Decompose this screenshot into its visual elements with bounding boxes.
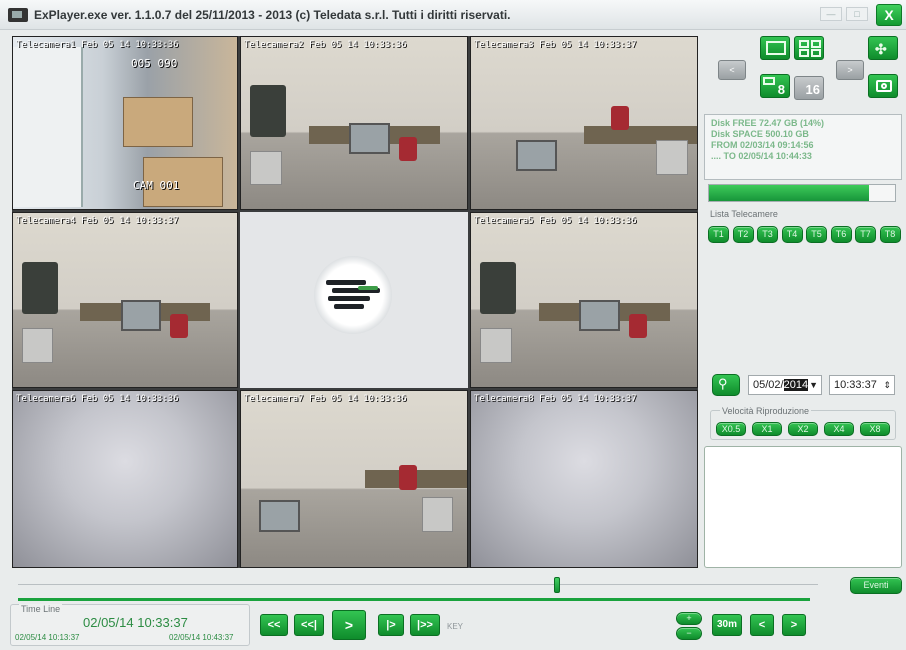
camera-grid: Telecamera1 Feb 05 14 10:33:36 005 090 C… — [12, 36, 698, 568]
camera-button-5[interactable]: T5 — [806, 226, 827, 243]
disk-free: Disk FREE 72.47 GB (14%) — [711, 118, 825, 128]
velocita-label: Velocità Riproduzione — [720, 406, 812, 416]
camera-1-image — [13, 37, 237, 209]
timeline-track[interactable] — [18, 584, 818, 585]
binoculars-icon: ⚲ — [718, 376, 728, 391]
camera-1-overlay-top: 005 090 — [131, 57, 178, 70]
camera-button-2[interactable]: T2 — [732, 226, 754, 243]
fullscreen-icon: ✣ — [875, 41, 887, 57]
speed-button-1[interactable]: X0.5 — [716, 422, 746, 436]
camera-view-8[interactable]: Telecamera8 Feb 05 14 10:33:37 — [470, 390, 698, 568]
view-8-button[interactable]: 8 — [760, 74, 790, 98]
rewind-button[interactable]: << — [260, 614, 288, 636]
play-button[interactable]: > — [332, 610, 366, 640]
timeline-end: 02/05/14 10:43:37 — [169, 633, 234, 642]
speed-button-5[interactable]: X8 — [860, 422, 890, 436]
timeline-current: 02/05/14 10:33:37 — [83, 615, 188, 630]
fast-forward-button[interactable]: |>> — [410, 614, 440, 636]
camera-2-image — [241, 37, 467, 209]
window-title: ExPlayer.exe ver. 1.1.0.7 del 25/11/2013… — [34, 8, 511, 22]
spinner-arrows-icon[interactable]: ⇕ — [883, 376, 891, 394]
fullscreen-button[interactable]: ✣ — [868, 36, 898, 60]
camera-6-label: Telecamera6 Feb 05 14 10:33:36 — [16, 394, 179, 404]
camera-5-image — [471, 213, 697, 387]
lista-telecamere-label: Lista Telecamere — [710, 209, 778, 219]
disk-to: .... TO 02/05/14 10:44:33 — [711, 151, 812, 161]
camera-1-label: Telecamera1 Feb 05 14 10:33:36 — [16, 40, 179, 50]
speed-button-3[interactable]: X2 — [788, 422, 818, 436]
step-back-button[interactable]: <<| — [294, 614, 324, 636]
camera-button-7[interactable]: T7 — [855, 226, 876, 243]
view-quad-button[interactable] — [794, 36, 824, 60]
date-picker[interactable]: 05/02/2014 ▼ — [748, 375, 822, 395]
events-list[interactable] — [704, 446, 902, 568]
camera-6-image — [13, 391, 237, 567]
disk-usage-fill — [709, 185, 869, 201]
disk-from: FROM 02/03/14 09:14:56 — [711, 140, 814, 150]
camera-button-4[interactable]: T4 — [781, 226, 803, 243]
camera-button-1[interactable]: T1 — [708, 226, 729, 243]
step-forward-button[interactable]: |> — [378, 614, 404, 636]
camera-view-1[interactable]: Telecamera1 Feb 05 14 10:33:36 005 090 C… — [12, 36, 238, 210]
camera-view-6[interactable]: Telecamera6 Feb 05 14 10:33:36 — [12, 390, 238, 568]
timeline-progress-line — [18, 598, 810, 601]
brand-logo-cell — [240, 212, 468, 388]
camera-view-7[interactable]: Telecamera7 Feb 05 14 10:33:36 — [240, 390, 468, 568]
camera-7-image — [241, 391, 467, 567]
teledata-logo-icon — [314, 256, 392, 334]
time-spinner[interactable]: 10:33:37 ⇕ — [829, 375, 895, 395]
camera-3-label: Telecamera3 Feb 05 14 10:33:37 — [474, 40, 637, 50]
camera-view-2[interactable]: Telecamera2 Feb 05 14 10:33:36 — [240, 36, 468, 210]
playback-controls: Eventi Time Line 02/05/14 10:33:37 02/05… — [0, 572, 906, 650]
camera-button-6[interactable]: T6 — [830, 226, 852, 243]
snapshot-button[interactable] — [868, 74, 898, 98]
camera-3-image — [471, 37, 697, 209]
disk-usage-bar — [708, 184, 896, 202]
disk-info-panel: Disk FREE 72.47 GB (14%) Disk SPACE 500.… — [704, 114, 902, 180]
camera-5-label: Telecamera5 Feb 05 14 10:33:36 — [474, 216, 637, 226]
speed-button-4[interactable]: X4 — [824, 422, 854, 436]
zoom-out-button[interactable]: − — [676, 627, 702, 640]
camera-view-4[interactable]: Telecamera4 Feb 05 14 10:33:37 — [12, 212, 238, 388]
view-single-button[interactable] — [760, 36, 790, 60]
camera-4-label: Telecamera4 Feb 05 14 10:33:37 — [16, 216, 179, 226]
maximize-button[interactable]: □ — [846, 7, 868, 21]
camera-8-image — [471, 391, 697, 567]
camera-4-image — [13, 213, 237, 387]
camera-7-label: Telecamera7 Feb 05 14 10:33:36 — [244, 394, 407, 404]
camera-button-3[interactable]: T3 — [757, 226, 778, 243]
view-16-button[interactable]: 16 — [794, 76, 824, 100]
camera-view-3[interactable]: Telecamera3 Feb 05 14 10:33:37 — [470, 36, 698, 210]
chevron-down-icon[interactable]: ▼ — [809, 376, 818, 394]
eventi-button[interactable]: Eventi — [850, 577, 902, 594]
app-icon — [8, 8, 28, 22]
minimize-button[interactable]: — — [820, 7, 842, 21]
zoom-in-button[interactable]: + — [676, 612, 702, 625]
key-label: KEY — [447, 622, 464, 631]
camera-icon — [876, 80, 892, 92]
view-prev-button[interactable]: < — [718, 60, 746, 80]
goto-date-button[interactable]: ⚲ — [712, 374, 740, 396]
title-bar: ExPlayer.exe ver. 1.1.0.7 del 25/11/2013… — [0, 0, 906, 30]
camera-2-label: Telecamera2 Feb 05 14 10:33:36 — [244, 40, 407, 50]
camera-view-5[interactable]: Telecamera5 Feb 05 14 10:33:36 — [470, 212, 698, 388]
range-prev-button[interactable]: < — [750, 614, 774, 636]
view-next-button[interactable]: > — [836, 60, 864, 80]
close-button[interactable]: X — [876, 4, 902, 26]
disk-space: Disk SPACE 500.10 GB — [711, 129, 809, 139]
timeline-start: 02/05/14 10:13:37 — [15, 633, 80, 642]
timeline-slider-thumb[interactable] — [554, 577, 560, 593]
range-30m-button[interactable]: 30m — [712, 614, 742, 636]
camera-button-8[interactable]: T8 — [879, 226, 901, 243]
timeline-box: Time Line 02/05/14 10:33:37 02/05/14 10:… — [10, 604, 250, 646]
range-next-button[interactable]: > — [782, 614, 806, 636]
speed-button-2[interactable]: X1 — [752, 422, 782, 436]
camera-1-overlay-bottom: CAM 001 — [133, 179, 180, 192]
timeline-title: Time Line — [19, 604, 63, 614]
camera-8-label: Telecamera8 Feb 05 14 10:33:37 — [474, 394, 637, 404]
